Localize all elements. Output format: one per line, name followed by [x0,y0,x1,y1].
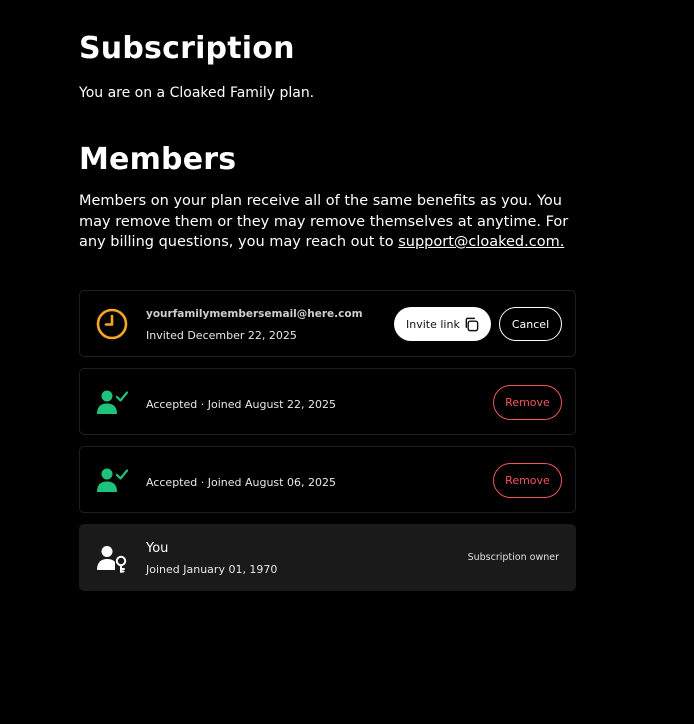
member-status: Accepted · Joined August 06, 2025 [146,476,336,489]
members-title: Members [79,142,237,177]
cancel-invite-button[interactable]: Cancel [499,307,562,341]
remove-member-button[interactable]: Remove [493,463,562,498]
member-status: Invited December 22, 2025 [146,329,297,342]
invite-link-button[interactable]: Invite link [394,307,491,341]
remove-member-button[interactable]: Remove [493,385,562,420]
copy-icon [465,317,479,332]
member-status: Accepted · Joined August 22, 2025 [146,398,336,411]
invite-link-label: Invite link [406,317,460,331]
owner-role-label: Subscription owner [467,552,559,563]
member-email: yourfamilymembersemail@here.com [146,308,363,320]
member-status: Joined January 01, 1970 [146,563,278,576]
user-check-icon [97,390,128,414]
user-check-icon [97,468,128,492]
member-name: You [146,541,169,556]
support-email-link[interactable]: support@cloaked.com. [398,234,564,250]
plan-text: You are on a Cloaked Family plan. [79,85,315,101]
member-card-owner: You Joined January 01, 1970 Subscription… [79,524,576,591]
members-description: Members on your plan receive all of the … [79,191,569,253]
member-card-pending: yourfamilymembersemail@here.com Invited … [79,290,576,357]
member-card-accepted: Accepted · Joined August 06, 2025 Remove [79,446,576,513]
user-key-icon [97,546,127,573]
subscription-title: Subscription [79,31,295,66]
member-card-accepted: Accepted · Joined August 22, 2025 Remove [79,368,576,435]
clock-icon [96,308,128,340]
